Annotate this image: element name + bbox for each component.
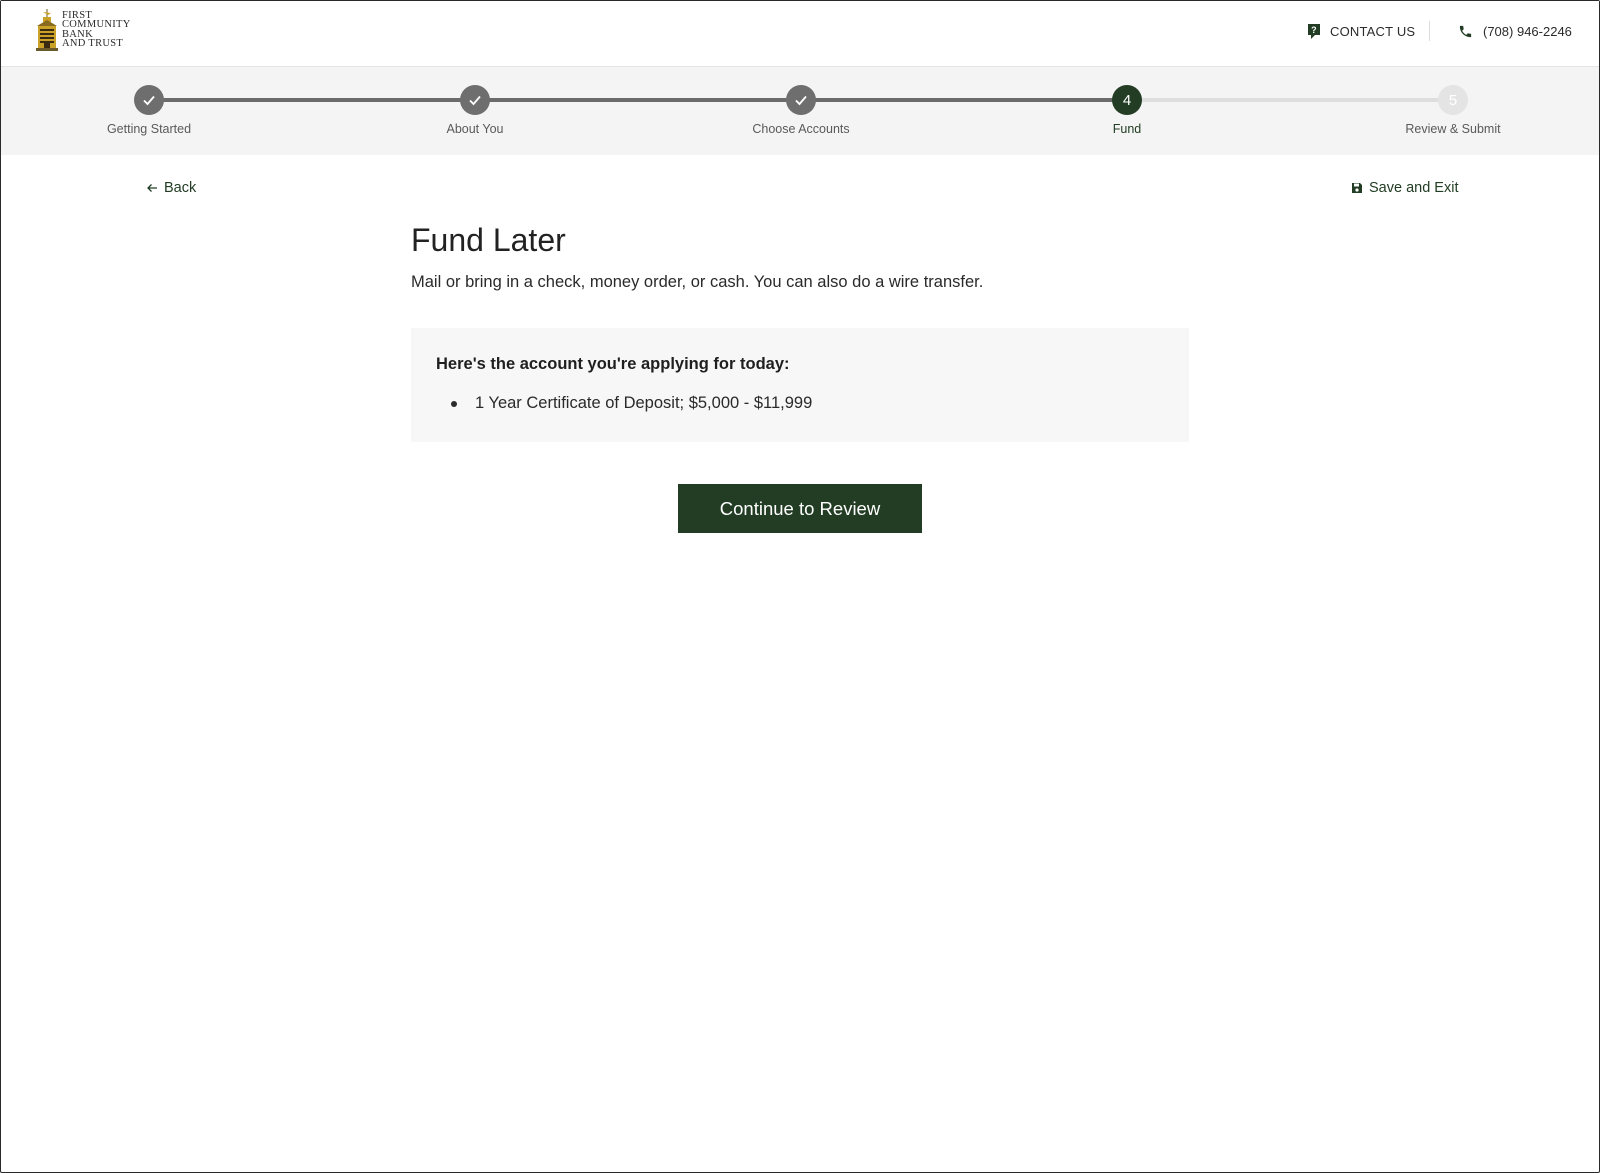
step-complete-circle	[134, 85, 164, 115]
step-complete-circle	[786, 85, 816, 115]
step-label: Choose Accounts	[752, 122, 850, 136]
step-review-submit: 5 Review & Submit	[1368, 85, 1538, 136]
help-chat-icon: ?	[1308, 23, 1320, 39]
summary-heading: Here's the account you're applying for t…	[436, 355, 790, 373]
step-about-you[interactable]: About You	[390, 85, 560, 136]
bank-building-icon	[36, 9, 58, 51]
bank-logo[interactable]: First Community Bank and Trust	[34, 9, 144, 53]
progress-stepper: Getting Started About You Choose Account…	[1, 67, 1599, 155]
step-fund[interactable]: 4 Fund	[1042, 85, 1212, 136]
check-icon	[469, 95, 481, 106]
account-list-item: 1 Year Certificate of Deposit; $5,000 - …	[451, 394, 812, 413]
save-and-exit-link[interactable]: Save and Exit	[1351, 180, 1458, 196]
step-label: Review & Submit	[1405, 122, 1501, 136]
contact-us-link[interactable]: ? CONTACT US	[1307, 21, 1415, 41]
step-label: Getting Started	[106, 122, 192, 136]
bullet-icon	[451, 400, 457, 407]
back-label: Back	[164, 180, 197, 196]
arrow-left-icon	[147, 184, 157, 192]
phone-number: (708) 946-2246	[1483, 23, 1572, 39]
svg-text:?: ?	[1311, 25, 1317, 35]
stepper-track-complete	[149, 98, 1127, 102]
logo-line: and Trust	[62, 37, 124, 49]
check-icon	[143, 95, 155, 106]
phone-link[interactable]: (708) 946-2246	[1458, 21, 1572, 41]
account-summary-box: Here's the account you're applying for t…	[411, 328, 1189, 442]
account-list: 1 Year Certificate of Deposit; $5,000 - …	[451, 394, 812, 413]
account-name: 1 Year Certificate of Deposit; $5,000 - …	[475, 394, 813, 412]
continue-to-review-button[interactable]: Continue to Review	[678, 484, 922, 533]
step-label: About You	[446, 122, 504, 136]
step-complete-circle	[460, 85, 490, 115]
step-getting-started[interactable]: Getting Started	[64, 85, 234, 136]
save-disk-icon	[1352, 183, 1362, 193]
phone-icon	[1459, 25, 1472, 37]
back-link[interactable]: Back	[146, 180, 196, 196]
contact-us-label: CONTACT US	[1330, 23, 1416, 39]
step-current-circle: 4	[1112, 85, 1142, 115]
page-title: Fund Later	[411, 222, 566, 258]
save-and-exit-label: Save and Exit	[1369, 180, 1459, 196]
site-header: First Community Bank and Trust ? CONTACT…	[1, 1, 1599, 67]
step-label: Fund	[1112, 122, 1142, 136]
bank-name: First Community Bank and Trust	[62, 10, 131, 49]
step-upcoming-circle: 5	[1438, 85, 1468, 115]
page-frame	[0, 0, 1600, 1173]
step-choose-accounts[interactable]: Choose Accounts	[716, 85, 886, 136]
page-subtitle: Mail or bring in a check, money order, o…	[411, 273, 984, 291]
header-divider	[1429, 21, 1430, 41]
check-icon	[795, 95, 807, 106]
